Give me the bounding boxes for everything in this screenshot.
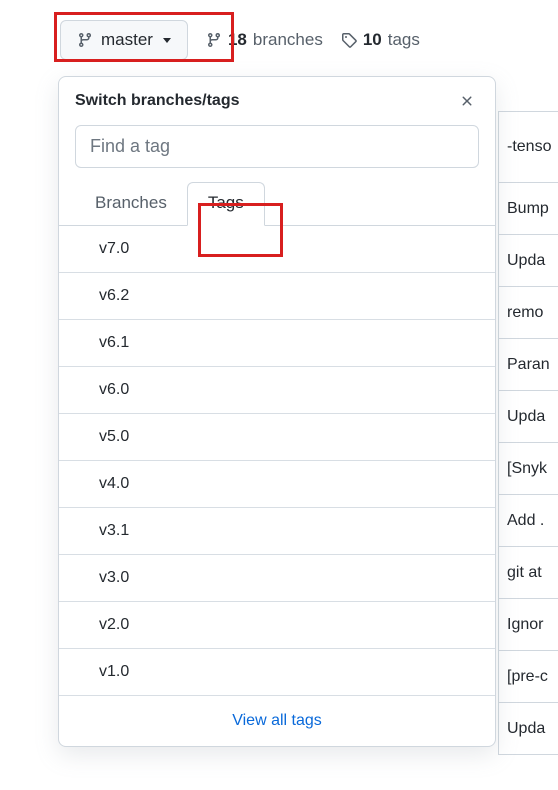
branches-label: branches [253,30,323,50]
tag-icon [341,32,357,48]
view-all-tags-link[interactable]: View all tags [59,696,495,746]
tab-branches[interactable]: Branches [75,182,187,225]
tab-tags[interactable]: Tags [187,182,265,226]
search-input[interactable] [75,125,479,168]
list-item: Upda [498,391,558,443]
tag-item[interactable]: v1.0 [59,649,495,696]
caret-down-icon [163,38,171,43]
ref-selector-popover: Switch branches/tags Branches Tags v7.0 … [58,76,496,747]
list-item: Paran [498,339,558,391]
git-branch-icon [77,32,93,48]
branches-link[interactable]: 18 branches [206,30,323,50]
branches-count: 18 [228,30,247,50]
branch-switcher-button[interactable]: master [60,20,188,60]
list-item: Bump [498,183,558,235]
list-item: Ignor [498,599,558,651]
tags-link[interactable]: 10 tags [341,30,420,50]
list-item: [pre-c [498,651,558,703]
git-branch-icon [206,32,222,48]
tag-list: v7.0 v6.2 v6.1 v6.0 v5.0 v4.0 v3.1 v3.0 … [59,226,495,696]
tag-item[interactable]: v3.1 [59,508,495,555]
list-item: Upda [498,703,558,755]
close-icon [459,93,475,109]
tag-item[interactable]: v7.0 [59,226,495,273]
tag-item[interactable]: v2.0 [59,602,495,649]
tag-item[interactable]: v6.0 [59,367,495,414]
tags-label: tags [388,30,420,50]
close-button[interactable] [455,89,479,113]
list-item: -tenso [498,111,558,183]
list-item: remo [498,287,558,339]
tag-item[interactable]: v6.1 [59,320,495,367]
popover-title: Switch branches/tags [75,92,240,110]
list-item: git at [498,547,558,599]
background-file-list: -tenso Bump Upda remo Paran Upda [Snyk A… [498,111,558,755]
tag-item[interactable]: v6.2 [59,273,495,320]
list-item: [Snyk [498,443,558,495]
list-item: Upda [498,235,558,287]
tags-count: 10 [363,30,382,50]
tag-item[interactable]: v5.0 [59,414,495,461]
branch-switcher-label: master [101,30,153,50]
tag-item[interactable]: v4.0 [59,461,495,508]
list-item: Add . [498,495,558,547]
tag-item[interactable]: v3.0 [59,555,495,602]
